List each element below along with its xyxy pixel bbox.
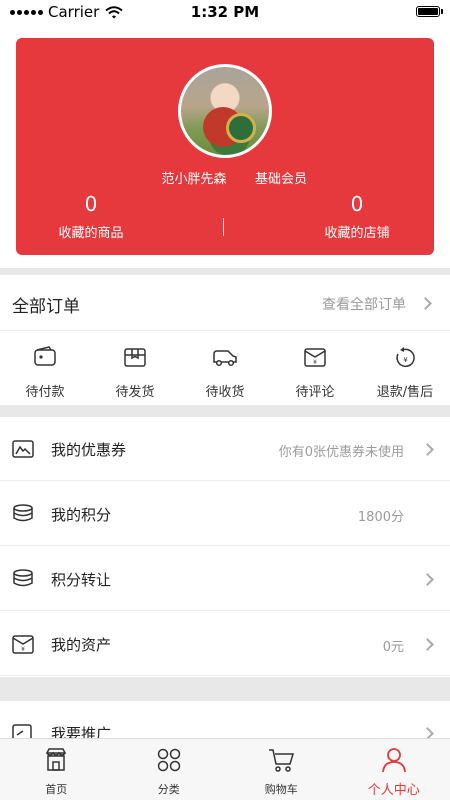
refund-icon: ¥ — [396, 347, 415, 368]
wallet-icon — [34, 346, 56, 366]
menu-value: 0元 — [382, 640, 404, 655]
orders-title: 全部订单 — [12, 297, 80, 317]
chevron-right-icon — [421, 573, 434, 586]
order-status-label: 待付款 — [25, 385, 65, 400]
order-pending-review[interactable]: ¥ 待评论 — [270, 332, 360, 404]
order-refund-aftersale[interactable]: ¥ 退款/售后 — [360, 332, 450, 404]
favorite-goods-label: 收藏的商品 — [58, 226, 124, 241]
coins-icon — [13, 504, 33, 522]
tab-category[interactable]: 分类 — [113, 739, 226, 800]
svg-text:¥: ¥ — [403, 356, 408, 364]
clock: 1:32 PM — [190, 3, 260, 21]
menu-value: 你有0张优惠券未使用 — [278, 445, 404, 460]
order-pending-shipment[interactable]: 待发货 — [90, 332, 180, 404]
menu-label: 我的优惠券 — [51, 441, 127, 459]
tab-label: 首页 — [45, 783, 68, 796]
menu-label: 我的资产 — [51, 636, 112, 654]
user-icon — [381, 748, 406, 773]
order-status-label: 待发货 — [115, 385, 155, 400]
assets-icon: ¥ — [12, 635, 34, 654]
order-status-label: 待评论 — [295, 385, 335, 400]
cart-icon — [269, 749, 295, 772]
menu-row-coupons[interactable]: 我的优惠券 你有0张优惠券未使用 — [0, 417, 450, 481]
battery-icon — [416, 6, 443, 17]
menu-row-points-transfer[interactable]: 积分转让 — [0, 547, 450, 611]
menu-label: 积分转让 — [51, 571, 112, 589]
order-status-label: 待收货 — [205, 385, 245, 400]
avatar[interactable] — [178, 64, 272, 158]
favorite-goods-count: 0 — [84, 192, 98, 216]
tab-home[interactable]: 首页 — [0, 739, 113, 800]
avatar-figure — [226, 113, 256, 143]
favorite-shops-label: 收藏的店铺 — [324, 226, 390, 241]
view-all-orders-link[interactable]: 查看全部订单 — [322, 294, 406, 314]
category-grid-icon — [157, 748, 180, 772]
menu-row-points[interactable]: 我的积分 1800分 — [0, 482, 450, 546]
svg-text:¥: ¥ — [313, 359, 317, 366]
tab-cart[interactable]: 购物车 — [225, 739, 338, 800]
section-divider — [0, 268, 450, 275]
order-status-grid: 待付款 待发货 待收货 ¥ 待评论 ¥ 退款/售后 — [0, 332, 450, 404]
review-envelope-icon: ¥ — [304, 348, 326, 367]
truck-icon — [213, 350, 237, 367]
favorite-shops-stat[interactable]: 0 收藏的店铺 — [282, 192, 432, 241]
tab-label: 分类 — [157, 783, 180, 796]
chevron-right-icon — [419, 297, 432, 310]
section-divider — [0, 677, 450, 701]
stat-divider — [223, 218, 224, 236]
package-icon — [124, 348, 146, 367]
chevron-right-icon — [421, 638, 434, 651]
svg-text:¥: ¥ — [21, 646, 25, 653]
coupon-icon — [12, 440, 34, 458]
status-bar: Carrier 1:32 PM — [0, 0, 450, 24]
all-orders-row[interactable]: 全部订单 查看全部订单 — [0, 275, 450, 331]
profile-card: 范小胖先森 基础会员 0 收藏的商品 0 收藏的店铺 — [16, 38, 434, 255]
order-pending-payment[interactable]: 待付款 — [0, 332, 90, 404]
menu-row-assets[interactable]: ¥ 我的资产 0元 — [0, 612, 450, 676]
favorite-shops-count: 0 — [350, 192, 364, 216]
tab-label: 购物车 — [264, 783, 298, 796]
section-divider — [0, 405, 450, 417]
bottom-tab-bar: 首页 分类 购物车 个人中心 — [0, 738, 450, 800]
tab-profile[interactable]: 个人中心 — [338, 739, 450, 800]
member-level: 基础会员 — [254, 172, 307, 187]
chevron-right-icon — [421, 443, 434, 456]
coins-icon — [13, 569, 33, 587]
favorite-goods-stat[interactable]: 0 收藏的商品 — [16, 192, 166, 241]
menu-value: 1800分 — [357, 510, 404, 525]
order-status-label: 退款/售后 — [376, 385, 434, 400]
order-pending-receipt[interactable]: 待收货 — [180, 332, 270, 404]
tab-label: 个人中心 — [367, 783, 420, 798]
menu-label: 我的积分 — [51, 506, 112, 524]
home-store-icon — [46, 748, 67, 771]
